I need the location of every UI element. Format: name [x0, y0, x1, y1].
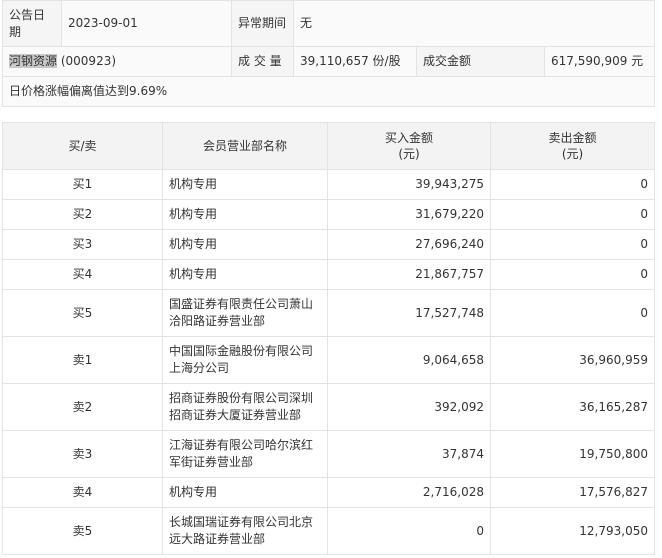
side-cell: 卖2 — [2, 383, 163, 431]
sell-amount-cell: 19,750,800 — [490, 430, 655, 478]
member-cell: 江海证券有限公司哈尔滨红军街证券营业部 — [162, 430, 328, 478]
side-cell: 卖4 — [2, 477, 163, 508]
sell-amount-cell: 36,165,287 — [490, 383, 655, 431]
buy-amount-cell: 2,716,028 — [327, 477, 491, 508]
member-cell: 招商证券股份有限公司深圳招商证券大厦证券营业部 — [162, 383, 328, 431]
buy-amount-cell: 31,679,220 — [327, 199, 491, 230]
table-row: 卖1 中国国际金融股份有限公司上海分公司 9,064,658 36,960,95… — [2, 336, 655, 384]
buy-amount-cell: 9,064,658 — [327, 336, 491, 384]
table-row: 买3 机构专用 27,696,240 0 — [2, 229, 655, 260]
buy-amount-cell: 0 — [327, 507, 491, 555]
member-cell: 长城国瑞证券有限公司北京远大路证券营业部 — [162, 507, 328, 555]
sell-amount-cell: 0 — [490, 199, 655, 230]
member-cell: 机构专用 — [162, 169, 328, 200]
table-row: 卖3 江海证券有限公司哈尔滨红军街证券营业部 37,874 19,750,800 — [2, 430, 655, 478]
buy-amount-cell: 27,696,240 — [327, 229, 491, 260]
buy-amount-cell: 39,943,275 — [327, 169, 491, 200]
header-buy: 买入金额 (元) — [327, 122, 491, 170]
member-cell: 机构专用 — [162, 259, 328, 290]
buy-amount-cell: 37,874 — [327, 430, 491, 478]
side-cell: 买4 — [2, 259, 163, 290]
table-row: 买2 机构专用 31,679,220 0 — [2, 199, 655, 230]
side-cell: 买3 — [2, 229, 163, 260]
header-side: 买/卖 — [2, 122, 163, 170]
stock-code: (000923) — [60, 54, 117, 68]
buy-amount-cell: 17,527,748 — [327, 289, 491, 337]
amount-value: 617,590,909 元 — [543, 46, 656, 77]
side-cell: 买5 — [2, 289, 163, 337]
header-member: 会员营业部名称 — [162, 122, 328, 170]
side-cell: 卖1 — [2, 336, 163, 384]
table-row: 卖2 招商证券股份有限公司深圳招商证券大厦证券营业部 392,092 36,16… — [2, 383, 655, 431]
stock-cell: 河钢资源 (000923) — [2, 46, 232, 77]
sell-amount-cell: 17,576,827 — [490, 477, 655, 508]
reason-text: 日价格涨幅偏离值达到9.69% — [1, 76, 656, 107]
side-cell: 买2 — [2, 199, 163, 230]
member-cell: 机构专用 — [162, 199, 328, 230]
amount-label: 成交金额 — [416, 46, 545, 77]
member-cell: 中国国际金融股份有限公司上海分公司 — [162, 336, 328, 384]
info-row-date: 公告日期 2023-09-01 异常期间 无 — [2, 0, 656, 47]
sell-amount-cell: 36,960,959 — [490, 336, 655, 384]
member-cell: 国盛证券有限责任公司萧山洽阳路证券营业部 — [162, 289, 328, 337]
sell-amount-cell: 0 — [490, 289, 655, 337]
table-row: 买4 机构专用 21,867,757 0 — [2, 259, 655, 290]
side-cell: 卖3 — [2, 430, 163, 478]
stock-info-table: 公告日期 2023-09-01 异常期间 无 河钢资源 (000923) 成 交… — [1, 0, 656, 107]
buy-amount-cell: 392,092 — [327, 383, 491, 431]
table-row: 卖5 长城国瑞证券有限公司北京远大路证券营业部 0 12,793,050 — [2, 507, 655, 555]
side-cell: 卖5 — [2, 507, 163, 555]
sell-amount-cell: 12,793,050 — [490, 507, 655, 555]
announce-date-value: 2023-09-01 — [61, 0, 232, 47]
table-header-row: 买/卖 会员营业部名称 买入金额 (元) 卖出金额 (元) — [2, 122, 655, 170]
volume-label: 成 交 量 — [231, 46, 294, 77]
stock-name: 河钢资源 — [9, 54, 58, 68]
table-row: 买1 机构专用 39,943,275 0 — [2, 169, 655, 200]
trades-table: 买/卖 会员营业部名称 买入金额 (元) 卖出金额 (元) 买1 机构专用 39… — [2, 122, 655, 555]
abnormal-period-value: 无 — [292, 0, 656, 47]
member-cell: 机构专用 — [162, 477, 328, 508]
header-sell: 卖出金额 (元) — [490, 122, 655, 170]
volume-value: 39,110,657 份/股 — [293, 46, 417, 77]
info-row-volume: 河钢资源 (000923) 成 交 量 39,110,657 份/股 成交金额 … — [2, 46, 656, 77]
abnormal-period-label: 异常期间 — [231, 0, 294, 47]
table-row: 买5 国盛证券有限责任公司萧山洽阳路证券营业部 17,527,748 0 — [2, 289, 655, 337]
sell-amount-cell: 0 — [490, 169, 655, 200]
announce-date-label: 公告日期 — [2, 0, 62, 47]
sell-amount-cell: 0 — [490, 259, 655, 290]
sell-amount-cell: 0 — [490, 229, 655, 260]
info-row-reason: 日价格涨幅偏离值达到9.69% — [1, 76, 656, 107]
member-cell: 机构专用 — [162, 229, 328, 260]
side-cell: 买1 — [2, 169, 163, 200]
table-row: 卖4 机构专用 2,716,028 17,576,827 — [2, 477, 655, 508]
buy-amount-cell: 21,867,757 — [327, 259, 491, 290]
